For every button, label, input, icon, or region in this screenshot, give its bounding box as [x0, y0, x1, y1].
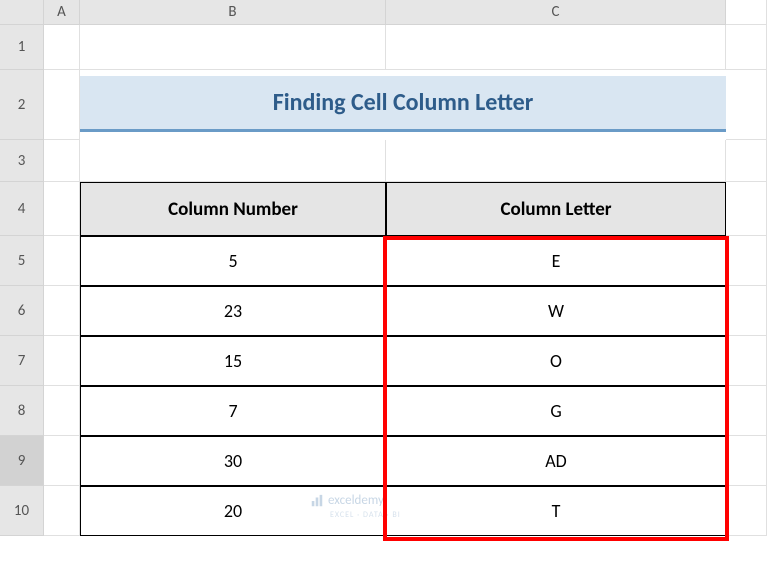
cell-d4[interactable]: [726, 182, 767, 236]
cell-a1[interactable]: [44, 25, 80, 70]
row-header-4[interactable]: 4: [0, 182, 44, 236]
cell-d2[interactable]: [726, 70, 767, 140]
title-cell[interactable]: Finding Cell Column Letter: [80, 76, 726, 132]
table-cell-letter-7[interactable]: O: [386, 336, 726, 386]
column-header-empty: [726, 0, 767, 25]
cell-a9[interactable]: [44, 436, 80, 486]
watermark: exceldemy: [310, 493, 384, 508]
table-cell-letter-8[interactable]: G: [386, 386, 726, 436]
watermark-text: exceldemy: [328, 493, 384, 508]
table-header-column-number[interactable]: Column Number: [80, 182, 386, 236]
watermark-subtext: EXCEL · DATA · BI: [330, 510, 401, 520]
table-cell-letter-6[interactable]: W: [386, 286, 726, 336]
column-header-a[interactable]: A: [44, 0, 80, 25]
cell-d10[interactable]: [726, 486, 767, 536]
row-header-7[interactable]: 7: [0, 336, 44, 386]
cell-a4[interactable]: [44, 182, 80, 236]
table-cell-letter-9[interactable]: AD: [386, 436, 726, 486]
cell-d6[interactable]: [726, 286, 767, 336]
chart-icon: [310, 494, 324, 508]
cell-c1[interactable]: [386, 25, 726, 70]
column-header-b[interactable]: B: [80, 0, 386, 25]
cell-a3[interactable]: [44, 140, 80, 182]
row-header-9[interactable]: 9: [0, 436, 44, 486]
cell-d8[interactable]: [726, 386, 767, 436]
table-header-column-letter[interactable]: Column Letter: [386, 182, 726, 236]
cell-a10[interactable]: [44, 486, 80, 536]
cell-a8[interactable]: [44, 386, 80, 436]
column-header-c[interactable]: C: [386, 0, 726, 25]
select-all-corner[interactable]: [0, 0, 44, 25]
cell-a2[interactable]: [44, 70, 80, 140]
table-cell-number-5[interactable]: 5: [80, 236, 386, 286]
cell-c3[interactable]: [386, 140, 726, 182]
table-cell-number-8[interactable]: 7: [80, 386, 386, 436]
cell-b3[interactable]: [80, 140, 386, 182]
table-cell-number-6[interactable]: 23: [80, 286, 386, 336]
row-header-5[interactable]: 5: [0, 236, 44, 286]
cell-a7[interactable]: [44, 336, 80, 386]
row-header-10[interactable]: 10: [0, 486, 44, 536]
cell-d1[interactable]: [726, 25, 767, 70]
table-cell-number-7[interactable]: 15: [80, 336, 386, 386]
row-header-1[interactable]: 1: [0, 25, 44, 70]
cell-a5[interactable]: [44, 236, 80, 286]
row-header-6[interactable]: 6: [0, 286, 44, 336]
table-cell-letter-10[interactable]: T: [386, 486, 726, 536]
row-header-3[interactable]: 3: [0, 140, 44, 182]
table-cell-letter-5[interactable]: E: [386, 236, 726, 286]
cell-b1[interactable]: [80, 25, 386, 70]
cell-a6[interactable]: [44, 286, 80, 336]
cell-d7[interactable]: [726, 336, 767, 386]
cell-d3[interactable]: [726, 140, 767, 182]
row-header-8[interactable]: 8: [0, 386, 44, 436]
cell-d9[interactable]: [726, 436, 767, 486]
spreadsheet-grid: A B C 1 2 Finding Cell Column Letter 3 4…: [0, 0, 767, 536]
table-cell-number-9[interactable]: 30: [80, 436, 386, 486]
row-header-2[interactable]: 2: [0, 70, 44, 140]
cell-d5[interactable]: [726, 236, 767, 286]
